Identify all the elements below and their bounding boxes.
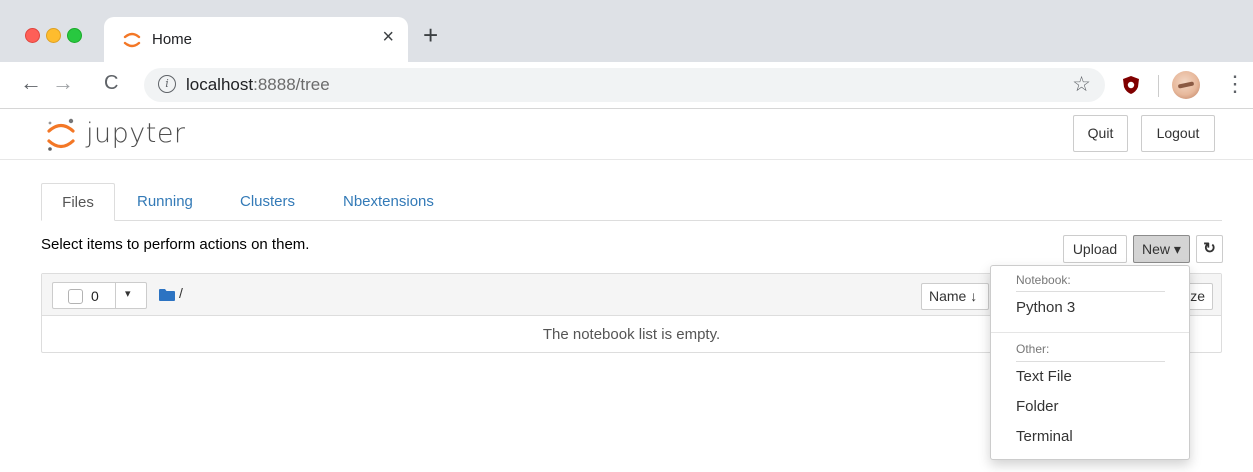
menu-item-terminal[interactable]: Terminal xyxy=(991,424,1189,450)
menu-item-folder[interactable]: Folder xyxy=(991,394,1189,420)
menu-item-text-file[interactable]: Text File xyxy=(991,364,1189,390)
tab-running[interactable]: Running xyxy=(137,183,193,220)
window-close-button[interactable] xyxy=(25,28,40,43)
menu-divider xyxy=(991,332,1189,333)
tab-nbextensions[interactable]: Nbextensions xyxy=(343,183,434,220)
menu-header-notebook: Notebook: xyxy=(1016,273,1071,287)
browser-tab-strip: Home × + xyxy=(0,0,1253,62)
tab-close-icon[interactable]: × xyxy=(382,26,394,49)
tab-clusters[interactable]: Clusters xyxy=(240,183,295,220)
ublock-origin-icon[interactable] xyxy=(1122,75,1140,95)
select-all-checkbox[interactable] xyxy=(68,289,83,304)
select-menu-caret-icon[interactable]: ▾ xyxy=(125,287,131,300)
tab-files[interactable]: Files xyxy=(41,183,115,221)
jupyter-header: jupyter Quit Logout xyxy=(0,109,1253,160)
jupyter-logo[interactable]: jupyter xyxy=(44,117,204,157)
url-host: localhost xyxy=(186,75,254,94)
profile-avatar[interactable] xyxy=(1172,71,1200,99)
jupyter-favicon-icon xyxy=(123,32,141,48)
menu-header-rule xyxy=(1016,291,1165,292)
url-text[interactable]: localhost:8888/tree xyxy=(186,75,330,95)
quit-button[interactable]: Quit xyxy=(1073,115,1128,152)
menu-item-python3[interactable]: Python 3 xyxy=(991,295,1189,321)
browser-menu-icon[interactable]: ⋮ xyxy=(1224,71,1246,97)
selection-message: Select items to perform actions on them. xyxy=(41,236,310,253)
folder-icon xyxy=(159,289,175,301)
size-label: ze xyxy=(1190,288,1205,304)
logout-button[interactable]: Logout xyxy=(1141,115,1215,152)
new-dropdown-menu: Notebook: Python 3 Other: Text File Fold… xyxy=(990,265,1190,460)
browser-toolbar: ← → C i localhost:8888/tree ☆ ⋮ xyxy=(0,62,1253,109)
menu-header-rule xyxy=(1016,361,1165,362)
window-zoom-button[interactable] xyxy=(67,28,82,43)
jupyter-logo-icon xyxy=(47,118,75,151)
browser-tab-home[interactable]: Home × xyxy=(104,17,408,62)
dashboard-tabs: Files Running Clusters Nbextensions xyxy=(41,183,1222,221)
sort-by-name-button[interactable]: Name ↓ xyxy=(921,283,989,310)
forward-button[interactable]: → xyxy=(52,70,74,96)
toolbar-separator xyxy=(1158,75,1159,97)
browser-tab-title: Home xyxy=(152,31,193,48)
select-divider xyxy=(115,283,116,308)
menu-header-other: Other: xyxy=(1016,342,1050,356)
address-bar[interactable]: i localhost:8888/tree ☆ xyxy=(144,68,1105,102)
select-all-group: 0 ▾ xyxy=(52,282,147,309)
breadcrumb-root[interactable]: / xyxy=(179,285,183,301)
site-info-icon[interactable]: i xyxy=(158,75,176,93)
new-tab-button[interactable]: + xyxy=(423,20,438,51)
url-path: :8888/tree xyxy=(253,75,330,94)
back-button[interactable]: ← xyxy=(20,70,42,96)
selected-count: 0 xyxy=(91,288,99,304)
jupyter-wordmark: jupyter xyxy=(86,118,186,149)
reload-button[interactable]: C xyxy=(104,72,118,95)
window-minimize-button[interactable] xyxy=(46,28,61,43)
new-dropdown-button[interactable]: New ▾ xyxy=(1133,235,1190,263)
upload-button[interactable]: Upload xyxy=(1063,235,1127,263)
bookmark-star-icon[interactable]: ☆ xyxy=(1072,72,1091,97)
refresh-icon[interactable]: ↻ xyxy=(1196,235,1223,263)
